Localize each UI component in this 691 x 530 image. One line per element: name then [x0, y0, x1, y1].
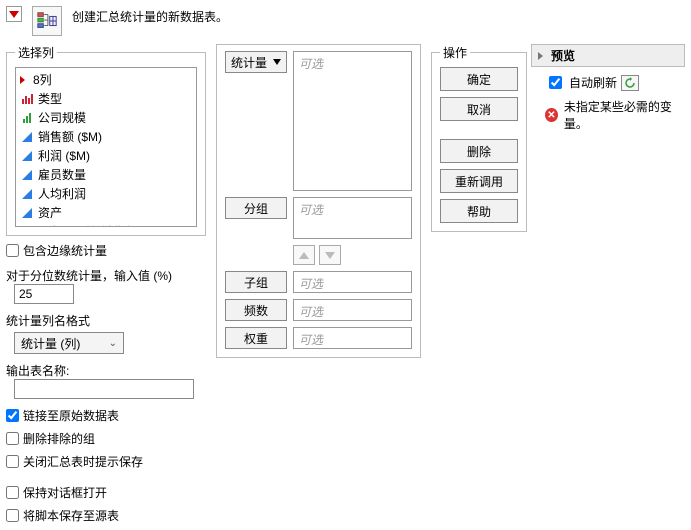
delete-excluded-label: 删除排除的组 [23, 430, 95, 447]
blue-tri-icon [20, 208, 34, 218]
summary-table-icon [32, 6, 62, 36]
subgroup-drop-area[interactable]: 可选 [293, 271, 412, 293]
quantile-input[interactable] [14, 284, 74, 304]
link-original-checkbox[interactable] [6, 409, 19, 422]
list-item[interactable]: 人均利润 [16, 184, 196, 203]
expand-icon [20, 76, 25, 84]
placeholder-text: 可选 [299, 275, 323, 292]
group-drop-area[interactable]: 可选 [293, 197, 412, 239]
blue-tri-icon [20, 170, 34, 180]
disclosure-toggle[interactable] [6, 6, 22, 22]
help-button[interactable]: 帮助 [440, 199, 518, 223]
save-script-label: 将脚本保存至源表 [23, 507, 119, 524]
refresh-button[interactable] [621, 75, 639, 91]
list-item-label: 人均利润 [38, 185, 86, 202]
subgroup-button[interactable]: 子组 [225, 271, 287, 293]
delete-excluded-checkbox[interactable] [6, 432, 19, 445]
triangle-down-icon [9, 11, 19, 18]
include-marginal-label: 包含边缘统计量 [23, 242, 107, 259]
error-message: 未指定某些必需的变量。 [564, 98, 685, 132]
list-item[interactable]: 销售额 ($M) [16, 127, 196, 146]
list-item-label: 资产 [38, 204, 62, 221]
statistics-drop-area[interactable]: 可选 [293, 51, 412, 191]
actions-legend: 操作 [440, 44, 470, 61]
blue-tri-icon [20, 227, 34, 228]
link-original-label: 链接至原始数据表 [23, 407, 119, 424]
recall-button[interactable]: 重新调用 [440, 169, 518, 193]
keep-open-checkbox[interactable] [6, 486, 19, 499]
select-columns-legend: 选择列 [15, 44, 57, 61]
list-item-label: 类型 [38, 90, 62, 107]
group-button[interactable]: 分组 [225, 197, 287, 219]
list-item-label: 销售额 ($M) [38, 128, 102, 145]
refresh-icon [624, 77, 636, 89]
placeholder-text: 可选 [299, 331, 323, 348]
placeholder-text: 可选 [299, 303, 323, 320]
move-up-button[interactable] [293, 245, 315, 265]
chevron-down-icon: ⌄ [109, 338, 117, 349]
error-icon: ✕ [545, 108, 558, 122]
colname-format-combo[interactable]: 统计量 (列) ⌄ [14, 332, 124, 354]
list-item[interactable]: 类型 [16, 89, 196, 108]
list-item[interactable]: 公司规模 [16, 108, 196, 127]
output-name-label: 输出表名称: [6, 362, 206, 379]
actions-fieldset: 操作 确定 取消 删除 重新调用 帮助 [431, 44, 527, 232]
list-item[interactable]: 资产 [16, 203, 196, 222]
green-bars-icon [20, 113, 34, 123]
list-item[interactable]: 利润 ($M) [16, 146, 196, 165]
colname-format-label: 统计量列名格式 [6, 312, 206, 329]
weight-drop-area[interactable]: 可选 [293, 327, 412, 349]
triangle-down-icon [325, 252, 335, 259]
description-text: 创建汇总统计量的新数据表。 [72, 6, 228, 25]
list-item[interactable]: 雇员数量 [16, 165, 196, 184]
colname-format-value: 统计量 (列) [21, 335, 80, 352]
preview-title: 预览 [551, 47, 575, 64]
list-item-label: 公司规模 [38, 109, 86, 126]
quantile-label: 对于分位数统计量，输入值 (%) [6, 267, 206, 284]
include-marginal-checkbox[interactable] [6, 244, 19, 257]
save-script-checkbox[interactable] [6, 509, 19, 522]
output-name-input[interactable] [14, 379, 194, 399]
ok-button[interactable]: 确定 [440, 67, 518, 91]
auto-refresh-label: 自动刷新 [569, 74, 617, 91]
list-item-label: 利润 ($M) [38, 147, 90, 164]
keep-open-label: 保持对话框打开 [23, 484, 107, 501]
statistics-button[interactable]: 统计量 [225, 51, 287, 73]
prompt-save-checkbox[interactable] [6, 455, 19, 468]
weight-button[interactable]: 权重 [225, 327, 287, 349]
auto-refresh-checkbox[interactable] [549, 76, 562, 89]
move-down-button[interactable] [319, 245, 341, 265]
placeholder-text: 可选 [299, 55, 323, 72]
cancel-button[interactable]: 取消 [440, 97, 518, 121]
prompt-save-label: 关闭汇总表时提示保存 [23, 453, 143, 470]
column-count-row[interactable]: 8列 [16, 70, 196, 89]
list-item-label: 雇员数量 [38, 166, 86, 183]
column-list[interactable]: 8列 类型公司规模销售额 ($M) 利润 ($M) 雇员数量人均利润资产利润百分比/… [15, 67, 197, 227]
triangle-up-icon [299, 252, 309, 259]
preview-header[interactable]: 预览 [531, 44, 685, 67]
list-item-label: 利润百分比/销售额 [38, 223, 137, 227]
blue-tri-icon [20, 151, 34, 161]
red-bars-icon [20, 94, 34, 104]
menu-triangle-icon [273, 59, 281, 65]
list-item[interactable]: 利润百分比/销售额 [16, 222, 196, 227]
placeholder-text: 可选 [299, 201, 323, 218]
blue-tri-icon [20, 132, 34, 142]
freq-button[interactable]: 频数 [225, 299, 287, 321]
select-columns-fieldset: 选择列 8列 类型公司规模销售额 ($M) 利润 ($M) 雇员数量人均利润资产利润… [6, 44, 206, 236]
statistics-label: 统计量 [231, 54, 267, 71]
blue-tri-icon [20, 189, 34, 199]
preview-disclosure-icon [538, 52, 543, 60]
delete-button[interactable]: 删除 [440, 139, 518, 163]
freq-drop-area[interactable]: 可选 [293, 299, 412, 321]
column-count-label: 8列 [33, 71, 52, 88]
roles-fieldset: 统计量 可选 分组 可选 子组 可选 [216, 44, 421, 358]
